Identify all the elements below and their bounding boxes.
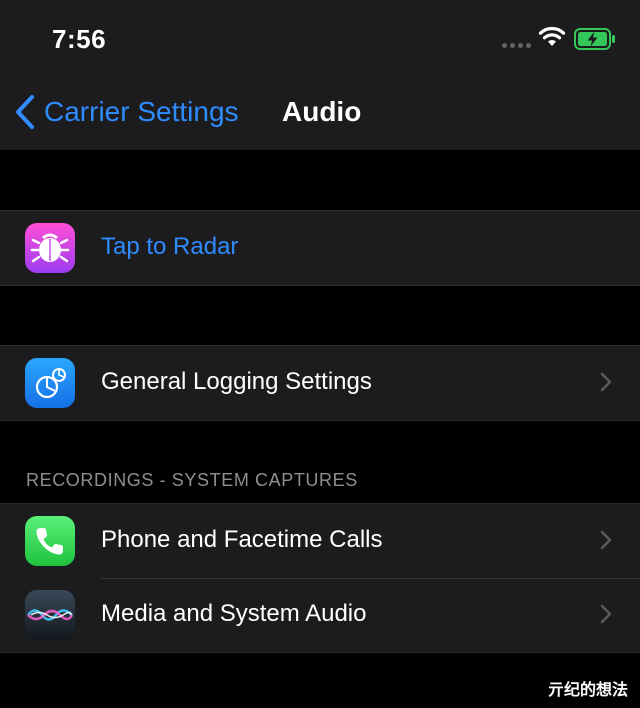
watermark-text: 亓纪的想法 <box>547 680 628 699</box>
battery-charging-icon <box>574 28 615 50</box>
bug-icon <box>25 223 75 273</box>
wifi-icon <box>538 26 566 46</box>
tap-to-radar-row[interactable]: Tap to Radar <box>0 211 640 285</box>
media-system-audio-label: Media and System Audio <box>101 600 367 627</box>
phone-facetime-calls-row[interactable]: Phone and Facetime Calls <box>0 504 640 578</box>
logging-settings-icon <box>25 358 75 408</box>
chevron-right-icon <box>600 530 612 550</box>
media-system-audio-row[interactable]: Media and System Audio <box>0 578 640 652</box>
phone-facetime-calls-label: Phone and Facetime Calls <box>101 526 383 553</box>
radar-group: Tap to Radar <box>0 210 640 286</box>
chevron-left-icon <box>16 95 34 129</box>
general-logging-settings-row[interactable]: General Logging Settings <box>0 346 640 420</box>
chevron-right-icon <box>600 372 612 392</box>
navigation-bar: Carrier Settings Audio <box>0 80 640 150</box>
siri-waveform-icon <box>25 590 75 640</box>
back-button[interactable]: Carrier Settings <box>14 94 239 130</box>
tap-to-radar-label: Tap to Radar <box>101 233 239 260</box>
cellular-signal-icon <box>502 43 531 48</box>
general-logging-settings-label: General Logging Settings <box>101 368 372 395</box>
recordings-group: Phone and Facetime Calls Media and Syste… <box>0 503 640 653</box>
status-bar: 7:56 <box>0 0 640 80</box>
status-time: 7:56 <box>52 24 107 54</box>
phone-icon <box>25 516 75 566</box>
recordings-section-header: RECORDINGS - SYSTEM CAPTURES <box>26 470 358 490</box>
back-button-label: Carrier Settings <box>44 96 239 127</box>
logging-group: General Logging Settings <box>0 345 640 421</box>
page-title: Audio <box>282 96 362 127</box>
chevron-right-icon <box>600 604 612 624</box>
